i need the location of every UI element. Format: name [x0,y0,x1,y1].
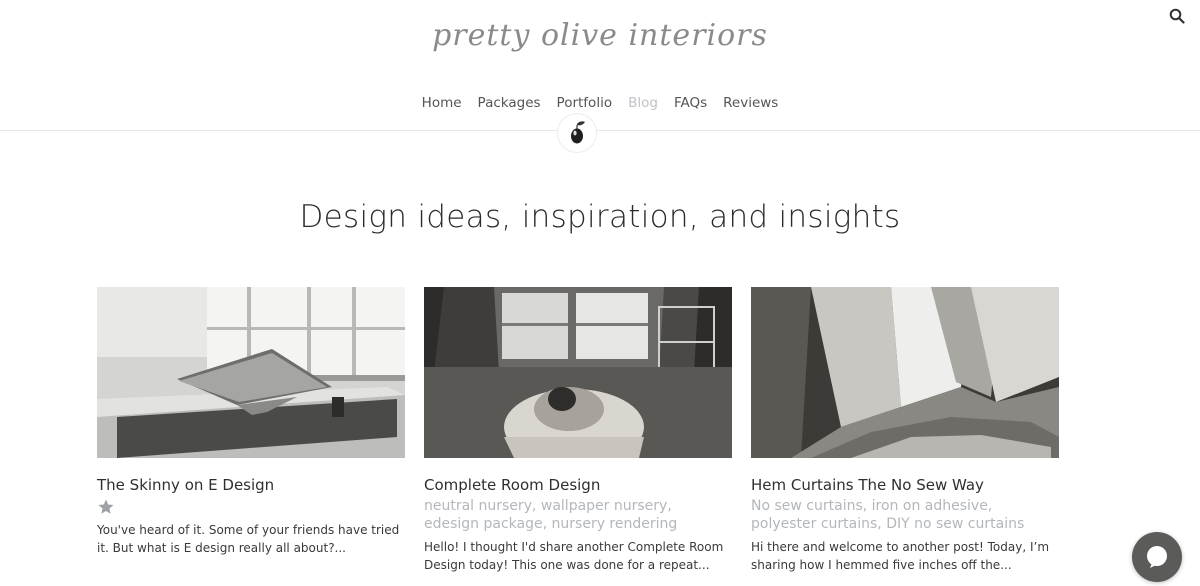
tag-link[interactable]: polyester curtains [751,516,877,532]
tag-link[interactable]: DIY no sew curtains [886,516,1024,532]
tag-link[interactable]: wallpaper nursery [541,498,667,514]
tag-link[interactable]: No sew curtains [751,498,863,514]
chat-button[interactable] [1132,532,1182,582]
nav-packages[interactable]: Packages [470,95,549,111]
post-image-desk[interactable] [97,287,405,458]
post-image-nursery[interactable] [424,287,732,458]
post-image-curtains[interactable] [751,287,1059,458]
blog-card[interactable]: The Skinny on E Design You've heard of i… [97,287,405,557]
star-icon[interactable] [97,498,115,516]
main-nav: Home Packages Portfolio Blog FAQs Review… [0,95,1200,111]
site-logo[interactable]: pretty olive interiors [0,18,1200,53]
tag-link[interactable]: nursery rendering [552,516,678,532]
post-tags: neutral nursery, wallpaper nursery, edes… [424,498,678,532]
tag-link[interactable]: iron on adhesive [872,498,988,514]
favorite-star[interactable] [97,498,405,516]
post-excerpt: You've heard of it. Some of your friends… [97,523,400,555]
nav-blog[interactable]: Blog [620,95,666,111]
site-header: pretty olive interiors Home Packages Por… [0,0,1200,131]
post-excerpt: Hi there and welcome to another post! To… [751,540,1050,572]
nav-home[interactable]: Home [414,95,470,111]
nav-reviews[interactable]: Reviews [715,95,786,111]
nav-faqs[interactable]: FAQs [666,95,715,111]
olive-icon [571,121,585,144]
search-icon[interactable] [1169,8,1185,24]
blog-card[interactable]: Complete Room Design neutral nursery, wa… [424,287,732,574]
post-title[interactable]: The Skinny on E Design [97,476,405,494]
olive-badge [557,113,597,153]
chat-icon[interactable] [1144,544,1170,570]
post-tags: No sew curtains, iron on adhesive, polye… [751,498,1025,532]
post-excerpt: Hello! I thought I'd share another Compl… [424,540,724,572]
post-title[interactable]: Hem Curtains The No Sew Way [751,476,1059,494]
blog-card[interactable]: Hem Curtains The No Sew Way No sew curta… [751,287,1059,574]
nav-portfolio[interactable]: Portfolio [549,95,621,111]
page-heading: Design ideas, inspiration, and insights [299,199,901,235]
post-title[interactable]: Complete Room Design [424,476,732,494]
tag-link[interactable]: neutral nursery [424,498,532,514]
tag-link[interactable]: edesign package [424,516,543,532]
